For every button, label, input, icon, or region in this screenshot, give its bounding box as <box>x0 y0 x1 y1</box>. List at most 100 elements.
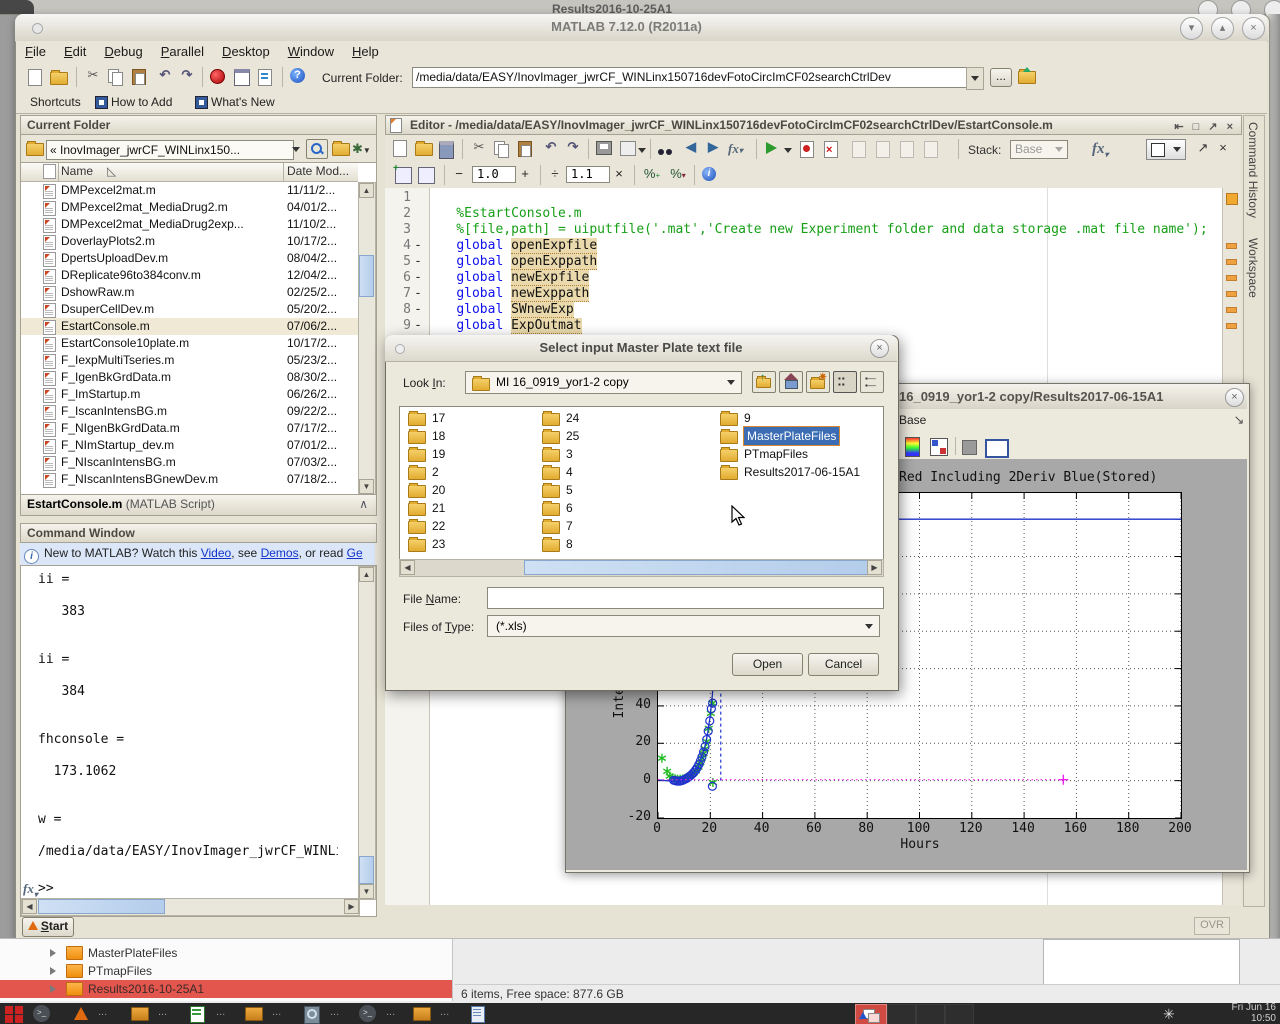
scroll-right-arrow[interactable]: ▶ <box>867 560 882 575</box>
paste-icon[interactable] <box>132 69 146 85</box>
menu-edit[interactable]: Edit <box>64 44 86 59</box>
multiply-icon[interactable]: × <box>612 166 626 181</box>
dialog-folder-item[interactable]: 4 <box>534 463 712 481</box>
scrollbar-thumb[interactable] <box>359 255 374 297</box>
video-link[interactable]: Video <box>201 546 231 560</box>
taskbar-active-task[interactable] <box>855 1004 887 1024</box>
paste-icon[interactable] <box>518 141 532 157</box>
go-back-icon[interactable]: ◀ <box>682 139 700 155</box>
code-line[interactable]: 2 %EstartConsole.m <box>385 206 1222 222</box>
help-icon[interactable]: ? <box>290 68 305 83</box>
code-line[interactable]: 6- global newExpfile <box>385 270 1222 286</box>
session-spinner-icon[interactable]: ✳ <box>1163 1006 1179 1022</box>
guide-icon[interactable] <box>234 69 250 86</box>
file-row[interactable]: F_IexpMultiTseries.m05/23/2... <box>21 352 358 369</box>
file-row[interactable]: EstartConsole.m07/06/2... <box>21 318 358 335</box>
expand-triangle-icon[interactable] <box>50 949 56 957</box>
dialog-folder-item[interactable]: 24 <box>534 409 712 427</box>
split-screen-dropdown[interactable] <box>1146 139 1186 160</box>
fx-function-hint-icon[interactable]: fx▾ <box>23 881 38 899</box>
find-icon[interactable] <box>658 142 672 160</box>
date-column-header[interactable]: Date Mod... <box>287 164 349 178</box>
taskbar-terminal-icon[interactable]: >_ <box>30 1004 56 1023</box>
file-row[interactable]: F_NIscanIntensBGnewDev.m07/18/2... <box>21 471 358 488</box>
window-minimize-button[interactable]: ▾ <box>1180 17 1203 40</box>
file-detail-bar[interactable]: EstartConsole.m (MATLAB Script) ∧ <box>20 494 377 516</box>
dialog-folder-item[interactable]: 18 <box>400 427 534 445</box>
zoom-factor-field[interactable]: 1.1 <box>566 166 610 183</box>
fx-find-icon[interactable]: fx▾ <box>1092 141 1109 159</box>
taskbar-folder-icon[interactable] <box>242 1004 268 1023</box>
taskbar-empty-slot[interactable] <box>945 1004 974 1024</box>
window-close-button[interactable]: × <box>1242 17 1265 40</box>
scrollbar-thumb[interactable] <box>38 899 165 914</box>
font-size-field[interactable]: 1.0 <box>472 166 516 183</box>
cut-icon[interactable]: ✂ <box>84 67 102 83</box>
undo-icon[interactable]: ↶ <box>156 67 174 83</box>
new-folder-button[interactable]: ✷ <box>806 371 830 393</box>
file-row[interactable]: DMPexcel2mat_MediaDrug2.m04/01/2... <box>21 199 358 216</box>
editor-new-icon[interactable] <box>393 140 407 157</box>
dialog-folder-item[interactable]: 3 <box>534 445 712 463</box>
fm-tree-row[interactable]: MasterPlateFiles <box>0 944 452 962</box>
tab-command-history[interactable]: Command History <box>1246 122 1260 218</box>
code-line[interactable]: 7- global newExppath <box>385 286 1222 302</box>
scroll-down-arrow[interactable]: ▼ <box>359 479 374 494</box>
mlint-status-icon[interactable] <box>1226 193 1238 205</box>
editor-open-icon[interactable] <box>415 143 433 156</box>
command-window-panel-header[interactable]: Command Window <box>20 523 377 543</box>
grid-view-button[interactable]: ▪▪▪▪ <box>833 371 857 393</box>
gear-icon[interactable]: ✱▼ <box>352 141 371 157</box>
file-row[interactable]: EstartConsole10plate.m10/17/2... <box>21 335 358 352</box>
increase-font-icon[interactable]: + <box>518 166 532 181</box>
menu-window[interactable]: Window <box>288 44 334 59</box>
search-button[interactable] <box>306 139 328 159</box>
decrease-indent-icon[interactable]: %▾ <box>668 166 688 181</box>
file-row[interactable]: F_IscanIntensBG.m09/22/2... <box>21 403 358 420</box>
dialog-folder-item[interactable]: 21 <box>400 499 534 517</box>
expand-triangle-icon[interactable] <box>50 985 56 993</box>
increase-indent-icon[interactable]: %+ <box>642 166 662 181</box>
tab-workspace[interactable]: Workspace <box>1246 238 1260 298</box>
scroll-left-arrow[interactable]: ◀ <box>22 899 37 914</box>
print-preview-icon[interactable] <box>620 141 636 156</box>
file-row[interactable]: F_NImStartup_dev.m07/01/2... <box>21 437 358 454</box>
dialog-folder-item[interactable]: 25 <box>534 427 712 445</box>
scroll-down-arrow[interactable]: ▼ <box>359 884 374 899</box>
dialog-folder-item[interactable]: 19 <box>400 445 534 463</box>
file-name-input[interactable] <box>487 587 884 609</box>
fm-tree-row[interactable]: PTmapFiles <box>0 962 452 980</box>
set-breakpoint-icon[interactable] <box>800 141 814 158</box>
file-row[interactable]: DoverlayPlots2.m10/17/2... <box>21 233 358 250</box>
scroll-left-arrow[interactable]: ◀ <box>400 560 415 575</box>
info-icon[interactable]: i <box>702 167 716 181</box>
scrollbar-thumb[interactable] <box>359 856 374 884</box>
mlint-marker[interactable] <box>1226 291 1237 297</box>
breadcrumb[interactable]: « InovImager_jwrCF_WINLinx150... <box>46 140 294 160</box>
shortcut-whats-new[interactable]: What's New <box>211 95 275 109</box>
cell-mode-icon[interactable] <box>418 167 435 184</box>
look-in-dropdown[interactable]: MI 16_0919_yor1-2 copy <box>465 371 742 394</box>
shortcut-how-to-add[interactable]: How to Add <box>111 95 172 109</box>
subplot-config-icon[interactable] <box>930 438 948 456</box>
insert-function-icon[interactable]: fx▾ <box>728 141 743 157</box>
dialog-folder-item[interactable]: 20 <box>400 481 534 499</box>
code-line[interactable]: 8- global SWnewExp <box>385 302 1222 318</box>
figure-close-button[interactable]: × <box>1225 388 1244 407</box>
file-row[interactable]: DMPexcel2mat_MediaDrug2exp...11/10/2... <box>21 216 358 233</box>
name-column-header[interactable]: Name <box>61 164 93 178</box>
dock-figure-icon[interactable]: ↘ <box>1232 412 1246 428</box>
mlint-marker[interactable] <box>1226 243 1237 249</box>
code-line[interactable]: 3 %[file,path] = uiputfile('.mat','Creat… <box>385 222 1222 238</box>
file-list-column-headers[interactable]: Name ◺ Date Mod... <box>21 163 358 182</box>
redo-icon[interactable]: ↷ <box>178 67 196 83</box>
file-row[interactable]: DReplicate96to384conv.m12/04/2... <box>21 267 358 284</box>
menu-desktop[interactable]: Desktop <box>222 44 270 59</box>
taskbar-viewer-icon[interactable] <box>300 1004 326 1023</box>
file-row[interactable]: F_NIgenBkGrdData.m07/17/2... <box>21 420 358 437</box>
print-icon[interactable] <box>596 141 612 155</box>
menu-help[interactable]: Help <box>352 44 379 59</box>
new-file-icon[interactable] <box>28 69 42 86</box>
dialog-folder-item[interactable]: Results2017-06-15A1 <box>712 463 880 481</box>
close-editor-icon[interactable]: × <box>1216 140 1230 155</box>
